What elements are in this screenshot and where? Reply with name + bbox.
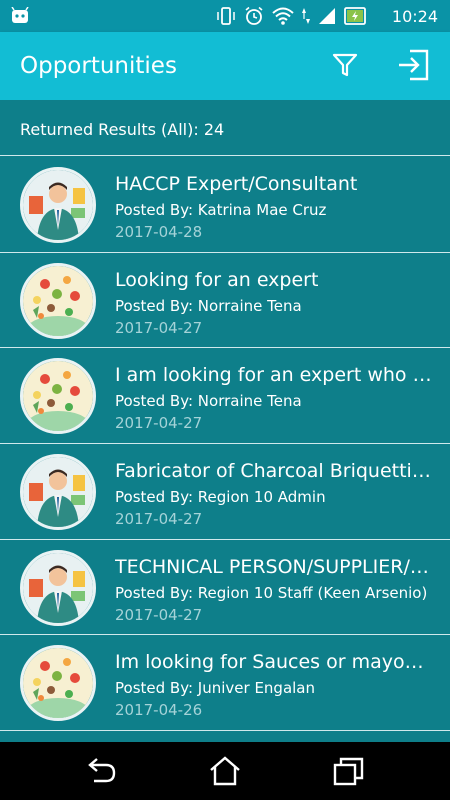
item-poster: Posted By: Katrina Mae Cruz xyxy=(115,201,327,219)
exit-button[interactable] xyxy=(396,48,432,82)
signal-icon xyxy=(318,7,336,30)
results-header: Returned Results (All): 24 xyxy=(0,100,450,156)
data-arrows-icon xyxy=(302,6,310,31)
filter-button[interactable] xyxy=(330,50,360,80)
recents-icon xyxy=(333,757,364,786)
home-button[interactable] xyxy=(208,755,242,787)
item-date: 2017-04-27 xyxy=(115,605,203,624)
exit-icon xyxy=(399,49,429,81)
back-button[interactable] xyxy=(84,755,118,787)
item-date: 2017-04-27 xyxy=(115,510,203,529)
list-item[interactable]: TECHNICAL PERSON/SUPPLIER/… Posted By: R… xyxy=(0,540,450,636)
filter-icon xyxy=(332,53,358,77)
item-poster: Posted By: Norraine Tena xyxy=(115,296,302,315)
food-avatar xyxy=(20,358,96,435)
item-title: Looking for an expert xyxy=(115,268,319,291)
list-item[interactable]: HACCP Expert/Consultant Posted By: Katri… xyxy=(0,157,450,253)
status-time: 10:24 xyxy=(391,7,438,26)
page-title: Opportunities xyxy=(20,53,177,79)
item-poster: Posted By: Norraine Tena xyxy=(115,392,302,411)
item-title: HACCP Expert/Consultant xyxy=(115,173,358,195)
item-title: I am looking for an expert who ca… xyxy=(115,364,433,387)
food-avatar xyxy=(20,262,96,339)
item-date: 2017-04-26 xyxy=(115,701,203,720)
list-item[interactable]: Im looking for Sauces or mayonn… Posted … xyxy=(0,635,450,732)
recents-button[interactable] xyxy=(332,755,366,787)
home-icon xyxy=(210,756,240,786)
results-count: Returned Results (All): 24 xyxy=(20,120,225,139)
item-date: 2017-04-27 xyxy=(115,318,203,337)
opportunity-list: HACCP Expert/Consultant Posted By: Katri… xyxy=(0,157,450,732)
item-poster: Posted By: Region 10 Admin xyxy=(115,488,326,507)
list-item[interactable]: Fabricator of Charcoal Briquetting… Post… xyxy=(0,444,450,540)
expert-avatar xyxy=(20,549,96,626)
app-bar: Opportunities xyxy=(0,32,450,100)
item-date: 2017-04-27 xyxy=(115,414,203,433)
item-title: TECHNICAL PERSON/SUPPLIER/… xyxy=(115,555,429,578)
list-item[interactable]: I am looking for an expert who ca… Poste… xyxy=(0,348,450,445)
alarm-icon xyxy=(244,6,264,31)
back-icon xyxy=(88,758,116,783)
system-nav-bar xyxy=(0,742,450,800)
battery-icon xyxy=(344,6,368,31)
wifi-icon xyxy=(272,6,294,31)
item-poster: Posted By: Region 10 Staff (Keen Arsenio… xyxy=(115,583,428,602)
item-title: Fabricator of Charcoal Briquetting… xyxy=(115,460,433,483)
vibrate-icon xyxy=(216,6,236,31)
android-icon xyxy=(10,6,30,30)
list-item[interactable]: Looking for an expert Posted By: Norrain… xyxy=(0,253,450,349)
item-poster: Posted By: Juniver Engalan xyxy=(115,679,316,698)
item-date: 2017-04-28 xyxy=(115,223,203,241)
item-title: Im looking for Sauces or mayonn… xyxy=(115,651,433,674)
status-bar: 10:24 xyxy=(0,0,450,32)
expert-avatar xyxy=(20,167,96,243)
expert-avatar xyxy=(20,454,96,531)
food-avatar xyxy=(20,645,96,722)
